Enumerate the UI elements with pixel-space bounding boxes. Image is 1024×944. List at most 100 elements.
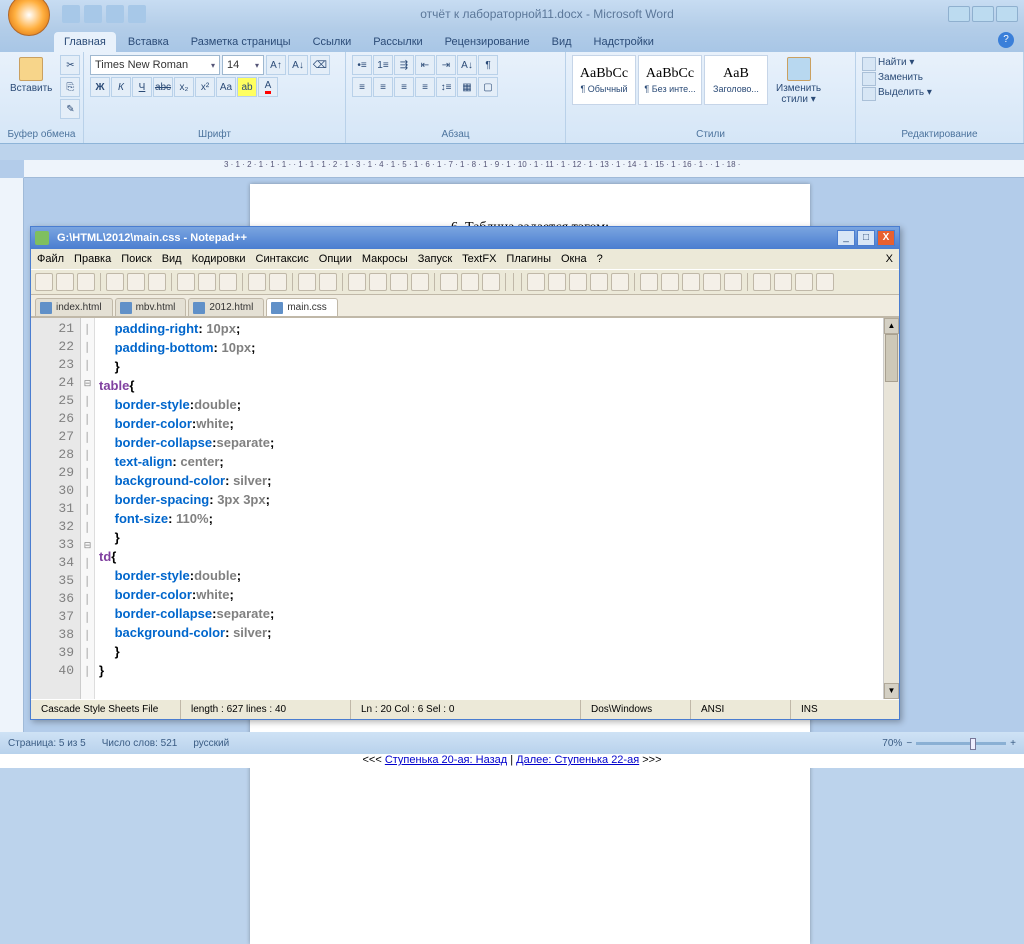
file-tab[interactable]: index.html [35, 298, 113, 316]
font-color-icon[interactable]: A [258, 77, 278, 97]
toolbar-button[interactable] [219, 273, 237, 291]
select-button[interactable]: Выделить ▾ [862, 85, 932, 100]
qat-customize-icon[interactable] [128, 5, 146, 23]
toolbar-button[interactable] [774, 273, 792, 291]
toolbar-button[interactable] [461, 273, 479, 291]
borders-icon[interactable]: ▢ [478, 77, 498, 97]
menu-textfx[interactable]: TextFX [462, 253, 496, 265]
scroll-down-icon[interactable]: ▼ [884, 683, 899, 699]
menu-кодировки[interactable]: Кодировки [192, 253, 246, 265]
toolbar-button[interactable] [127, 273, 145, 291]
tab-главная[interactable]: Главная [54, 32, 116, 52]
font-name-combo[interactable]: Times New Roman [90, 55, 220, 75]
tab-вставка[interactable]: Вставка [118, 32, 179, 52]
menu-опции[interactable]: Опции [319, 253, 352, 265]
menu-окна[interactable]: Окна [561, 253, 587, 265]
toolbar-button[interactable] [682, 273, 700, 291]
change-styles-button[interactable]: Изменить стили ▾ [772, 55, 825, 107]
tab-рецензирование[interactable]: Рецензирование [435, 32, 540, 52]
horizontal-ruler[interactable]: 3 · 1 · 2 · 1 · 1 · 1 · · 1 · 1 · 1 · 2 … [24, 160, 1024, 178]
toolbar-button[interactable] [548, 273, 566, 291]
highlight-icon[interactable]: ab [237, 77, 257, 97]
menu-плагины[interactable]: Плагины [506, 253, 551, 265]
file-tab[interactable]: mbv.html [115, 298, 187, 316]
toolbar-button[interactable] [390, 273, 408, 291]
scroll-up-icon[interactable]: ▲ [884, 318, 899, 334]
multilevel-icon[interactable]: ⇶ [394, 55, 414, 75]
toolbar-button[interactable] [56, 273, 74, 291]
fold-gutter[interactable]: │││⊟││││││││⊟│││││││ [81, 318, 95, 699]
font-size-combo[interactable]: 14 [222, 55, 264, 75]
status-page[interactable]: Страница: 5 из 5 [8, 738, 86, 749]
toolbar-button[interactable] [724, 273, 742, 291]
shrink-font-icon[interactable]: A↓ [288, 55, 308, 75]
toolbar-button[interactable] [816, 273, 834, 291]
underline-icon[interactable]: Ч [132, 77, 152, 97]
scroll-thumb[interactable] [885, 334, 898, 382]
toolbar-button[interactable] [298, 273, 316, 291]
toolbar-button[interactable] [77, 273, 95, 291]
tab-надстройки[interactable]: Надстройки [584, 32, 664, 52]
format-painter-icon[interactable]: ✎ [60, 99, 80, 119]
toolbar-button[interactable] [348, 273, 366, 291]
style-item[interactable]: AaBbCc¶ Обычный [572, 55, 636, 105]
npp-close-button[interactable]: X [877, 230, 895, 246]
menu-запуск[interactable]: Запуск [418, 253, 452, 265]
subscript-icon[interactable]: x₂ [174, 77, 194, 97]
cut-icon[interactable]: ✂ [60, 55, 80, 75]
close-button[interactable] [996, 6, 1018, 22]
zoom-in-icon[interactable]: + [1010, 738, 1016, 749]
toolbar-button[interactable] [198, 273, 216, 291]
change-case-icon[interactable]: Aa [216, 77, 236, 97]
line-spacing-icon[interactable]: ↕≡ [436, 77, 456, 97]
minimize-button[interactable] [948, 6, 970, 22]
strike-icon[interactable]: abc [153, 77, 173, 97]
toolbar-button[interactable] [440, 273, 458, 291]
menu-синтаксис[interactable]: Синтаксис [256, 253, 309, 265]
find-button[interactable]: Найти ▾ [862, 55, 932, 70]
tab-рассылки[interactable]: Рассылки [363, 32, 432, 52]
menu-макросы[interactable]: Макросы [362, 253, 408, 265]
nav-back-link[interactable]: Ступенька 20-ая: Назад [385, 754, 507, 766]
menu-поиск[interactable]: Поиск [121, 253, 151, 265]
toolbar-button[interactable] [611, 273, 629, 291]
clear-format-icon[interactable]: ⌫ [310, 55, 330, 75]
align-right-icon[interactable]: ≡ [394, 77, 414, 97]
menu-правка[interactable]: Правка [74, 253, 111, 265]
toolbar-button[interactable] [248, 273, 266, 291]
bullets-icon[interactable]: •≡ [352, 55, 372, 75]
align-left-icon[interactable]: ≡ [352, 77, 372, 97]
zoom-value[interactable]: 70% [882, 738, 902, 749]
menu-вид[interactable]: Вид [162, 253, 182, 265]
save-icon[interactable] [62, 5, 80, 23]
toolbar-button[interactable] [319, 273, 337, 291]
superscript-icon[interactable]: x² [195, 77, 215, 97]
maximize-button[interactable] [972, 6, 994, 22]
toolbar-button[interactable] [569, 273, 587, 291]
numbering-icon[interactable]: 1≡ [373, 55, 393, 75]
zoom-out-icon[interactable]: − [906, 738, 912, 749]
file-tab[interactable]: 2012.html [188, 298, 264, 316]
toolbar-button[interactable] [640, 273, 658, 291]
tab-ссылки[interactable]: Ссылки [303, 32, 362, 52]
npp-minimize-button[interactable]: _ [837, 230, 855, 246]
toolbar-button[interactable] [590, 273, 608, 291]
shading-icon[interactable]: ▦ [457, 77, 477, 97]
toolbar-button[interactable] [106, 273, 124, 291]
menu-close-icon[interactable]: X [886, 253, 893, 265]
sort-icon[interactable]: A↓ [457, 55, 477, 75]
toolbar-button[interactable] [35, 273, 53, 291]
italic-icon[interactable]: К [111, 77, 131, 97]
style-item[interactable]: AaBЗаголово... [704, 55, 768, 105]
nav-forward-link[interactable]: Далее: Ступенька 22-ая [516, 754, 639, 766]
npp-titlebar[interactable]: G:\HTML\2012\main.css - Notepad++ _ □ X [31, 227, 899, 249]
tab-вид[interactable]: Вид [542, 32, 582, 52]
menu-?[interactable]: ? [597, 253, 603, 265]
toolbar-button[interactable] [411, 273, 429, 291]
help-icon[interactable]: ? [998, 32, 1014, 48]
copy-icon[interactable]: ⎘ [60, 77, 80, 97]
styles-gallery[interactable]: AaBbCc¶ ОбычныйAaBbCc¶ Без инте...AaBЗаг… [572, 55, 768, 105]
status-words[interactable]: Число слов: 521 [102, 738, 178, 749]
toolbar-button[interactable] [795, 273, 813, 291]
status-lang[interactable]: русский [193, 738, 229, 749]
